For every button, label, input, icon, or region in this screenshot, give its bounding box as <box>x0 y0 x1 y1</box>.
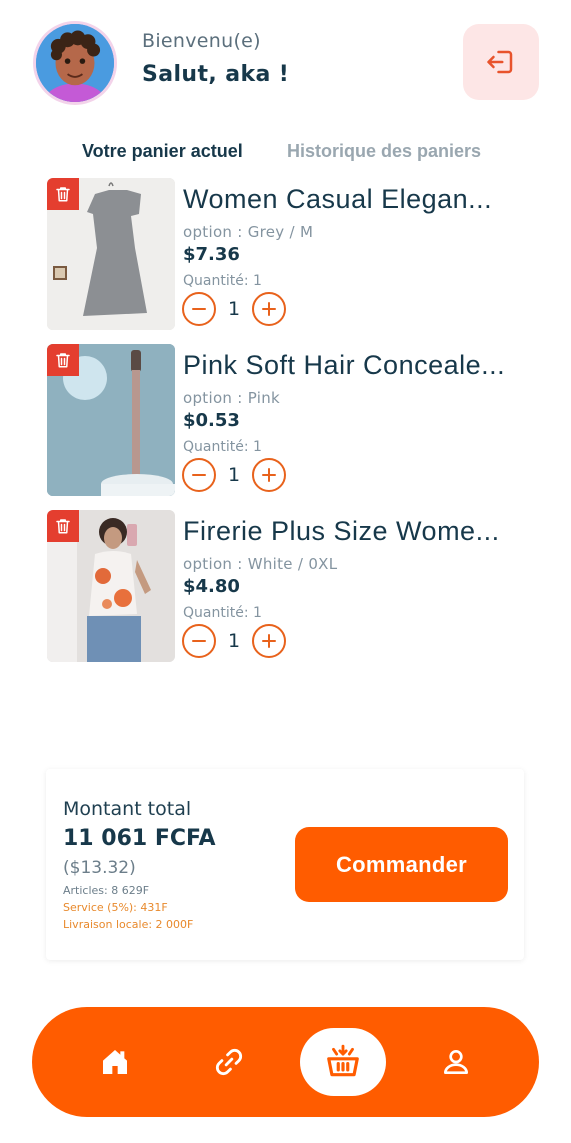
increase-button[interactable] <box>252 624 286 658</box>
quantity-value: 1 <box>227 464 241 486</box>
service-fee: Service (5%): 431F <box>63 901 168 914</box>
cart-item: Firerie Plus Size Wome... option : White… <box>47 510 547 662</box>
quantity-value: 1 <box>227 298 241 320</box>
product-price: $4.80 <box>183 576 240 597</box>
user-icon <box>444 1050 468 1074</box>
nav-links[interactable] <box>196 1007 262 1117</box>
plus-icon <box>262 468 276 482</box>
logout-icon <box>487 50 513 74</box>
home-icon <box>103 1050 127 1074</box>
total-label: Montant total <box>63 798 192 820</box>
tab-cart-history[interactable]: Historique des paniers <box>287 141 481 162</box>
delete-button[interactable] <box>47 344 79 376</box>
welcome-text: Bienvenu(e) <box>142 30 261 52</box>
trash-icon <box>56 187 70 202</box>
product-option: option : White / 0XL <box>183 555 338 573</box>
delete-button[interactable] <box>47 178 79 210</box>
plus-icon <box>262 634 276 648</box>
quantity-label: Quantité: 1 <box>183 273 262 289</box>
articles-subtotal: Articles: 8 629F <box>63 884 150 897</box>
greeting-text: Salut, aka ! <box>142 62 290 87</box>
quantity-label: Quantité: 1 <box>183 605 262 621</box>
link-icon <box>215 1048 243 1076</box>
basket-icon <box>327 1044 359 1077</box>
cart-item: Pink Soft Hair Conceale... option : Pink… <box>47 344 547 496</box>
decrease-button[interactable] <box>182 624 216 658</box>
quantity-stepper: 1 <box>182 624 286 658</box>
trash-icon <box>56 353 70 368</box>
quantity-stepper: 1 <box>182 458 286 492</box>
cart-item: Women Casual Elegan... option : Grey / M… <box>47 178 547 330</box>
total-amount: 11 061 FCFA <box>63 826 216 851</box>
product-title[interactable]: Pink Soft Hair Conceale... <box>183 350 533 381</box>
decrease-button[interactable] <box>182 458 216 492</box>
tab-current-cart[interactable]: Votre panier actuel <box>82 141 243 162</box>
nav-profile[interactable] <box>423 1007 489 1117</box>
minus-icon <box>192 474 206 476</box>
increase-button[interactable] <box>252 292 286 326</box>
product-title[interactable]: Firerie Plus Size Wome... <box>183 516 533 547</box>
plus-icon <box>262 302 276 316</box>
product-price: $0.53 <box>183 410 240 431</box>
product-option: option : Grey / M <box>183 223 314 241</box>
total-usd: ($13.32) <box>63 858 136 878</box>
bottom-navigation <box>32 1007 539 1117</box>
product-option: option : Pink <box>183 389 280 407</box>
decrease-button[interactable] <box>182 292 216 326</box>
quantity-stepper: 1 <box>182 292 286 326</box>
minus-icon <box>192 640 206 642</box>
nav-cart[interactable] <box>300 1028 386 1096</box>
delete-button[interactable] <box>47 510 79 542</box>
avatar[interactable] <box>33 21 117 105</box>
increase-button[interactable] <box>252 458 286 492</box>
order-summary: Montant total 11 061 FCFA ($13.32) Artic… <box>46 769 524 960</box>
avatar-image <box>36 24 114 102</box>
delivery-fee: Livraison locale: 2 000F <box>63 918 194 931</box>
trash-icon <box>56 519 70 534</box>
minus-icon <box>192 308 206 310</box>
product-price: $7.36 <box>183 244 240 265</box>
nav-home[interactable] <box>82 1007 148 1117</box>
product-title[interactable]: Women Casual Elegan... <box>183 184 533 215</box>
order-button[interactable]: Commander <box>295 827 508 902</box>
quantity-value: 1 <box>227 630 241 652</box>
logout-button[interactable] <box>463 24 539 100</box>
quantity-label: Quantité: 1 <box>183 439 262 455</box>
